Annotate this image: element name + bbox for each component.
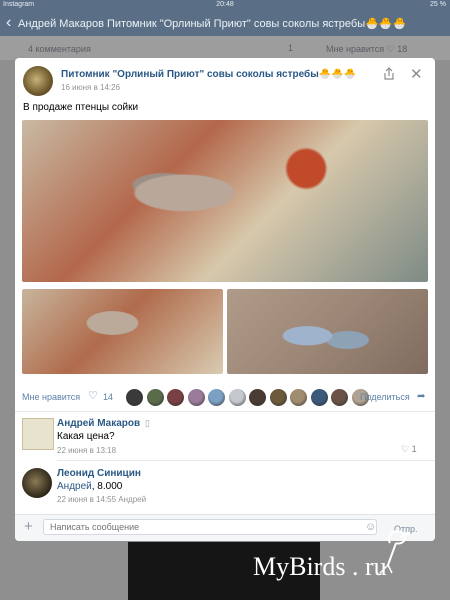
liker-avatar[interactable] xyxy=(269,389,287,406)
post-photo-main[interactable] xyxy=(22,120,428,282)
bird-logo-icon xyxy=(379,530,411,574)
comment-avatar[interactable] xyxy=(22,468,52,498)
comment-author-name[interactable]: Леонид Синицин xyxy=(57,468,141,479)
comment-text: Какая цена? xyxy=(57,431,115,442)
liker-avatar[interactable] xyxy=(208,389,225,406)
back-icon[interactable]: ‹ xyxy=(6,15,11,31)
post-photo-3[interactable] xyxy=(227,289,428,374)
comment-author-name[interactable]: Андрей Макаров xyxy=(57,418,140,429)
background-comments-count: 4 комментария xyxy=(28,44,91,54)
status-time: 20:48 xyxy=(216,1,234,8)
background-shares-count: 1 xyxy=(288,43,294,53)
post-date[interactable]: 16 июня в 14:26 xyxy=(61,83,120,92)
post-modal: Питомник "Орлиный Приют" совы соколы яст… xyxy=(15,58,435,541)
share-button[interactable]: Поделиться xyxy=(360,392,410,402)
close-icon[interactable]: ✕ xyxy=(410,67,423,82)
comment-date[interactable]: 22 июня в 14:55 Андрей xyxy=(57,495,146,504)
liker-avatar[interactable] xyxy=(331,389,348,406)
comment-avatar[interactable] xyxy=(22,418,54,450)
liker-avatar[interactable] xyxy=(167,389,184,406)
post-actions-bar: Мне нравится ♡ 14 Поделиться ➦ xyxy=(22,389,428,407)
background-likes: Мне нравится ♡ 18 xyxy=(326,44,408,54)
liker-avatar[interactable] xyxy=(146,389,164,406)
message-input[interactable] xyxy=(43,519,377,535)
liker-avatar[interactable] xyxy=(310,389,328,406)
comment-mention[interactable]: Андрей xyxy=(57,481,92,492)
like-button[interactable]: Мне нравится xyxy=(22,392,80,402)
comment-like[interactable]: ♡ 1 xyxy=(401,444,417,455)
comment-body: , 8.000 xyxy=(91,481,123,492)
navbar-title: Андрей Макаров Питомник "Орлиный Приют" … xyxy=(18,18,407,30)
comment-divider xyxy=(57,460,435,461)
divider xyxy=(15,411,435,412)
comment-text: Андрей, 8.000 xyxy=(57,481,122,492)
like-count: 14 xyxy=(103,392,114,402)
heart-icon[interactable]: ♡ xyxy=(88,391,98,402)
post-author-avatar[interactable] xyxy=(23,66,53,96)
watermark-text: MyBirds . ru xyxy=(253,552,387,581)
liker-avatar[interactable] xyxy=(126,389,143,406)
post-text: В продаже птенцы сойки xyxy=(23,102,139,113)
post-author-name[interactable]: Питомник "Орлиный Приют" совы соколы яст… xyxy=(61,69,356,80)
post-photo-2[interactable] xyxy=(22,289,223,374)
share-icon[interactable] xyxy=(382,67,396,81)
top-navbar: ‹ Андрей Макаров Питомник "Орлиный Приют… xyxy=(0,12,450,36)
liker-avatar[interactable] xyxy=(249,389,266,406)
background-post-bar: 4 комментария 1 Мне нравится ♡ 18 xyxy=(0,36,450,60)
status-bar: Instagram 20:48 25 % xyxy=(0,0,450,12)
comment-date[interactable]: 22 июня в 13:18 xyxy=(57,446,116,455)
liker-avatar[interactable] xyxy=(290,389,307,406)
status-battery: 25 % xyxy=(430,1,446,8)
mobile-phone-icon: ▯ xyxy=(145,418,150,428)
liker-avatar[interactable] xyxy=(228,389,246,406)
share-arrow-icon[interactable]: ➦ xyxy=(417,391,425,402)
plus-icon[interactable]: + xyxy=(24,519,33,534)
liker-avatar[interactable] xyxy=(187,389,205,406)
